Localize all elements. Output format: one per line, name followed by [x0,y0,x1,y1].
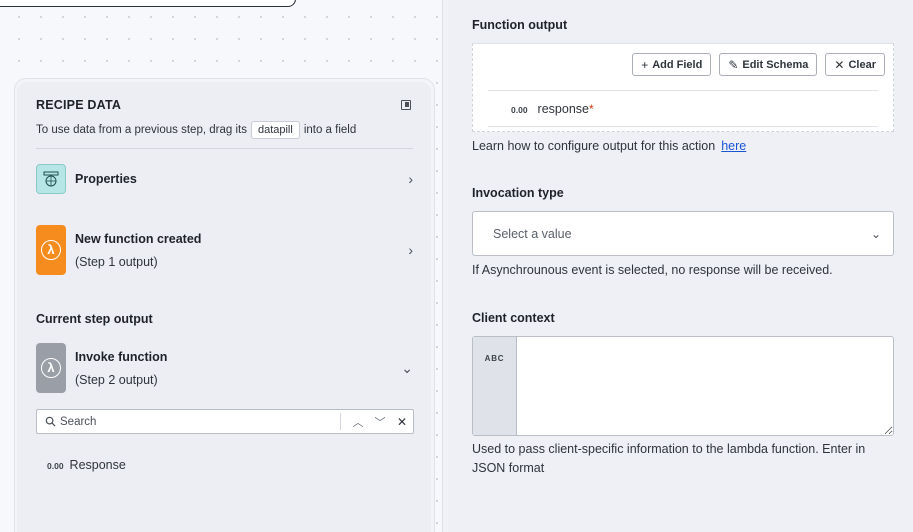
search-next-icon[interactable]: ﹀ [369,414,391,430]
function-output-label: Function output [472,18,568,32]
search-prev-icon[interactable]: ︿ [347,414,369,430]
step2-subtitle: (Step 2 output) [75,372,158,387]
number-type-icon: 0.00 [47,461,64,471]
chevron-right-icon: › [408,242,413,258]
chevron-down-icon: ⌄ [401,359,413,376]
close-icon: ✕ [834,57,845,72]
collapse-panel-icon[interactable] [401,100,411,110]
divider [488,126,878,127]
divider [488,90,878,91]
output-help-link[interactable]: here [721,139,746,153]
step1-subtitle: (Step 1 output) [75,254,158,269]
invocation-type-select[interactable]: Select a value ⌄ [472,211,894,256]
step1-output-row[interactable]: λ New function created (Step 1 output) › [36,225,413,275]
client-context-input[interactable] [517,337,893,435]
function-output-schema: + Add Field ✎ Edit Schema ✕ Clear 0.00 r… [472,43,894,132]
number-type-icon: 0.00 [511,105,528,115]
client-context-help: Used to pass client-specific information… [472,442,866,475]
search-input[interactable] [56,410,340,433]
recipe-data-panel: RECIPE DATA To use data from a previous … [17,82,431,532]
divider [36,148,413,149]
search-clear-icon[interactable]: ✕ [391,415,413,429]
hint-prefix: To use data from a previous step, drag i… [36,124,247,136]
output-field-name: response [537,102,589,116]
step2-title: Invoke function [75,349,168,364]
current-step-output-label: Current step output [36,312,153,326]
response-datapill-label: Response [69,458,126,472]
step1-title: New function created [75,231,202,246]
text-type-icon: ABC [473,337,517,435]
invocation-type-label: Invocation type [472,186,564,200]
output-help: Learn how to configure output for this a… [472,139,747,153]
add-field-button[interactable]: + Add Field [632,53,712,76]
client-context-field: ABC [472,336,894,436]
canvas-step-card[interactable] [0,0,296,7]
search-icon [45,416,56,427]
invocation-type-value: Select a value [493,226,572,241]
recipe-hint: To use data from a previous step, drag i… [36,121,356,139]
action-config-form: Function output + Add Field ✎ Edit Schem… [448,0,913,532]
datapill-search: ︿ ﹀ ✕ [36,409,414,434]
properties-icon [36,164,66,194]
step2-output-row[interactable]: λ Invoke function (Step 2 output) ⌄ [36,343,413,393]
required-marker: * [588,102,594,116]
lambda-step1-icon: λ [36,225,66,275]
properties-label: Properties [75,172,137,186]
clear-schema-button[interactable]: ✕ Clear [825,53,885,76]
chevron-down-icon: ⌄ [870,226,881,241]
plus-icon: + [641,57,649,72]
chevron-right-icon: › [408,171,413,187]
hint-suffix: into a field [303,124,357,136]
recipe-data-title: RECIPE DATA [36,98,122,112]
edit-schema-button[interactable]: ✎ Edit Schema [719,53,818,76]
response-datapill[interactable]: 0.00 Response [47,458,126,472]
invocation-help: If Asynchrounous event is selected, no r… [472,263,833,277]
search-separator [340,413,341,430]
output-field-row[interactable]: 0.00 response* [511,102,594,116]
pencil-icon: ✎ [728,57,739,72]
lambda-step2-icon: λ [36,343,66,393]
properties-row[interactable]: Properties › [36,164,413,194]
client-context-label: Client context [472,311,555,325]
schema-toolbar: + Add Field ✎ Edit Schema ✕ Clear [632,53,885,76]
datapill-example: datapill [250,121,300,139]
